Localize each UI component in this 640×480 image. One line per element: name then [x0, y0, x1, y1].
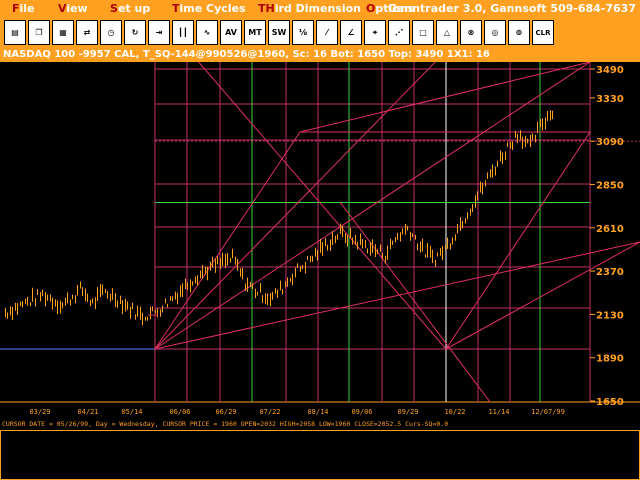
sw-tool-button[interactable]: SW: [268, 20, 290, 45]
app-window: File View Set up Time Cycles THird Dimen…: [0, 0, 640, 480]
mt-icon: MT: [248, 27, 262, 37]
menu-third-dimension-hotkey: TH: [258, 2, 275, 15]
square-tool-button[interactable]: □: [412, 20, 434, 45]
toolbar: ▤ ❐ ▦ ⇄ ◷ ↻ ⇥ ┃┃ ∿ AV MT SW ⅛ ⁄ ∠ ⌖ ⋰ □ △ ⊗ ◎ ⊚ CLR: [0, 18, 640, 48]
spiral-tool-button[interactable]: ⊚: [508, 20, 530, 45]
triangle-tool-button[interactable]: △: [436, 20, 458, 45]
mt-tool-button[interactable]: MT: [244, 20, 266, 45]
spiral-icon: ⊚: [515, 27, 523, 37]
circle-cross-icon: ⊗: [467, 27, 475, 37]
menu-view-label: iew: [66, 2, 88, 15]
chart-info-bar: NASDAQ 100 -9957 CAL, T_SQ-144@990526@19…: [0, 48, 640, 62]
x-tick-label: 10/22: [444, 408, 465, 416]
menu-time-cycles[interactable]: Time Cycles: [172, 2, 246, 15]
gann-angle-line: [445, 241, 640, 350]
menu-view[interactable]: View: [58, 2, 88, 15]
range-tool-button[interactable]: ⇥: [148, 20, 170, 45]
x-tick-label: 04/21: [77, 408, 98, 416]
copy-icon: ❐: [35, 27, 43, 37]
wave-icon: ∿: [203, 27, 211, 37]
triangle-icon: △: [443, 27, 451, 37]
x-tick-label: 11/14: [488, 408, 509, 416]
y-tick-label: 1650: [596, 397, 624, 408]
menu-third-dimension[interactable]: THird Dimension: [258, 2, 361, 15]
rotate-icon: ↻: [131, 27, 139, 37]
x-tick-label: 06/29: [215, 408, 236, 416]
av-icon: AV: [225, 27, 237, 37]
gann-angle-line: [154, 62, 436, 350]
printer-tool-button[interactable]: ▤: [4, 20, 26, 45]
cursor-status-bar: CURSOR DATE = 05/26/99, Day = Wednesday,…: [0, 418, 640, 430]
range-icon: ⇥: [155, 27, 163, 37]
app-title: Ganntrader 3.0, Gannsoft 509-684-7637: [387, 2, 636, 15]
y-tick-label: 1890: [596, 354, 624, 365]
menu-third-dimension-label: ird Dimension: [274, 2, 361, 15]
y-tick-label: 2850: [596, 180, 624, 191]
x-tick-label: 07/22: [259, 408, 280, 416]
fraction-tool-button[interactable]: ⅛: [292, 20, 314, 45]
x-tick-label: 06/06: [169, 408, 190, 416]
gann-angle-line: [154, 131, 301, 350]
menu-time-cycles-label: ime Cycles: [179, 2, 246, 15]
fraction-icon: ⅛: [298, 27, 308, 37]
gann-angle-line: [445, 131, 591, 350]
grid-tool-button[interactable]: ▦: [52, 20, 74, 45]
crosshair-tool-button[interactable]: ⌖: [364, 20, 386, 45]
arrows-icon: ⇄: [83, 27, 91, 37]
bottom-panel: [0, 430, 640, 480]
y-tick-label: 3330: [596, 94, 624, 105]
menu-time-cycles-hotkey: T: [172, 2, 180, 15]
y-tick-label: 3490: [596, 65, 624, 76]
clock-tool-button[interactable]: ◷: [100, 20, 122, 45]
grid-icon: ▦: [59, 27, 67, 37]
x-tick-label: 12/07/99: [531, 408, 565, 416]
angle-icon: ∠: [347, 27, 355, 37]
y-tick-label: 2370: [596, 267, 624, 278]
menu-setup-label: et up: [117, 2, 151, 15]
crosshair-icon: ⌖: [372, 27, 378, 37]
wave-tool-button[interactable]: ∿: [196, 20, 218, 45]
copy-tool-button[interactable]: ❐: [28, 20, 50, 45]
arrows-tool-button[interactable]: ⇄: [76, 20, 98, 45]
y-tick-label: 2130: [596, 310, 624, 321]
slash-icon: ⁄: [326, 27, 328, 37]
target-tool-button[interactable]: ◎: [484, 20, 506, 45]
menu-setup-hotkey: S: [110, 2, 118, 15]
sw-icon: SW: [271, 27, 287, 37]
bars-tool-button[interactable]: ┃┃: [172, 20, 194, 45]
fan-icon: ⋰: [395, 27, 403, 37]
rotate-tool-button[interactable]: ↻: [124, 20, 146, 45]
menu-file[interactable]: File: [12, 2, 35, 15]
x-tick-label: 08/14: [307, 408, 328, 416]
y-tick-label: 3090: [596, 137, 624, 148]
x-tick-label: 05/14: [121, 408, 142, 416]
printer-icon: ▤: [11, 27, 19, 37]
target-icon: ◎: [491, 27, 499, 37]
x-tick-label: 09/06: [351, 408, 372, 416]
menu-bar: File View Set up Time Cycles THird Dimen…: [0, 0, 640, 18]
menu-options-hotkey: O: [366, 2, 376, 15]
x-tick-label: 09/29: [397, 408, 418, 416]
menu-file-hotkey: F: [12, 2, 20, 15]
av-tool-button[interactable]: AV: [220, 20, 242, 45]
gann-angle-line: [339, 201, 491, 403]
gann-angle-line: [299, 62, 591, 133]
clock-icon: ◷: [107, 27, 115, 37]
bars-icon: ┃┃: [178, 27, 188, 37]
slash-tool-button[interactable]: ⁄: [316, 20, 338, 45]
y-tick-label: 2610: [596, 224, 624, 235]
clear-icon: CLR: [535, 28, 551, 37]
x-tick-label: 03/29: [29, 408, 50, 416]
menu-file-label: ile: [19, 2, 35, 15]
fan-tool-button[interactable]: ⋰: [388, 20, 410, 45]
clear-tool-button[interactable]: CLR: [532, 20, 554, 45]
angle-tool-button[interactable]: ∠: [340, 20, 362, 45]
price-chart[interactable]: 3490 3330 3090 2850 2610 2370 2130 1890 1650 03/2…: [0, 62, 640, 418]
circle-cross-tool-button[interactable]: ⊗: [460, 20, 482, 45]
square-icon: □: [419, 27, 427, 37]
menu-setup[interactable]: Set up: [110, 2, 150, 15]
